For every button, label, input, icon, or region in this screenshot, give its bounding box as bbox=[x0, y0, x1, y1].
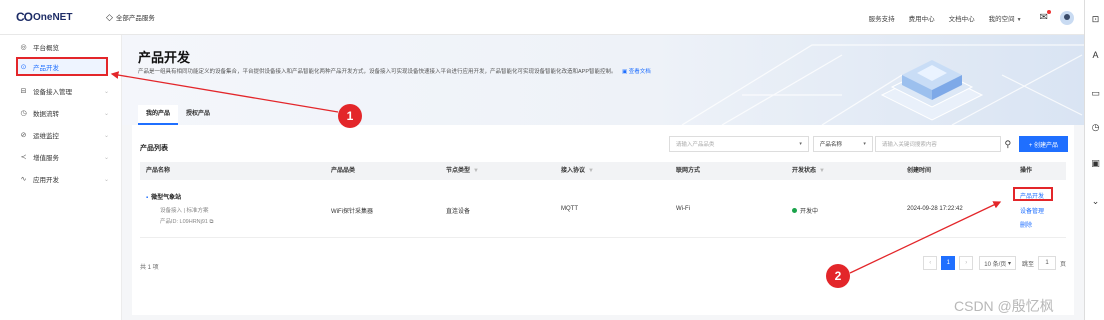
watermark: CSDN @殷忆枫 bbox=[954, 298, 1054, 314]
annotation-arrows bbox=[110, 71, 1002, 274]
annotation-badge-1: 1 bbox=[338, 104, 362, 128]
annotation-badge-2: 2 bbox=[826, 264, 850, 288]
